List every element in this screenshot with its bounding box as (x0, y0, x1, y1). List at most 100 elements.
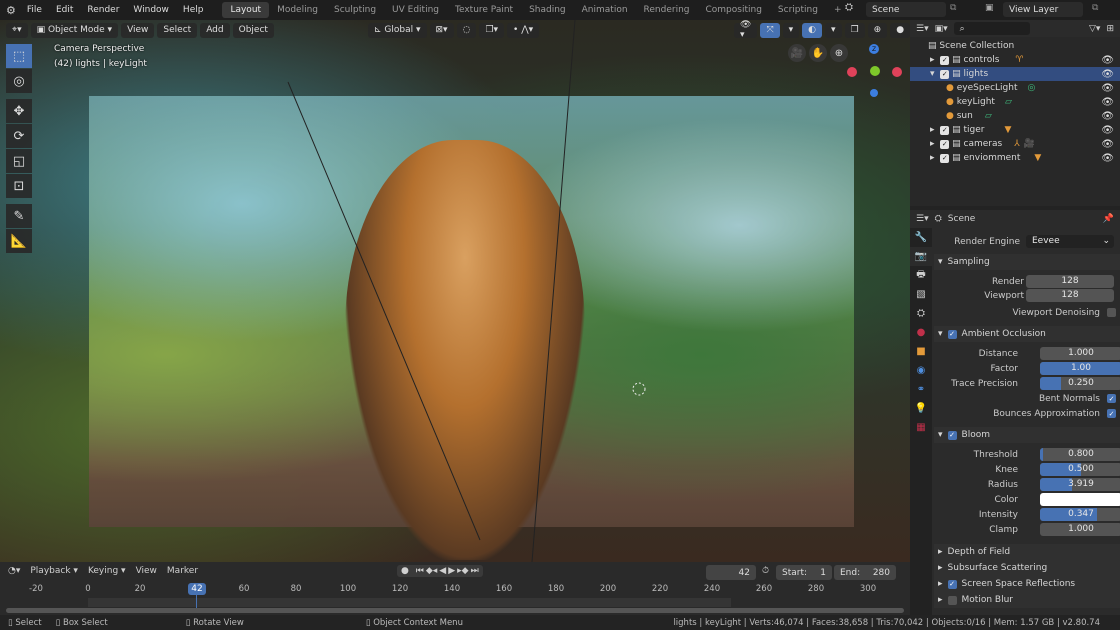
outliner-item-tiger[interactable]: ▸ ✓ ▤ tiger ▼ 👁 (910, 123, 1120, 137)
tab-texture-paint[interactable]: Texture Paint (447, 2, 521, 18)
xray-toggle-button[interactable]: ❐ (844, 22, 865, 38)
outliner-scene-collection[interactable]: ▤ Scene Collection (910, 39, 1120, 53)
outliner-item-cameras[interactable]: ▸ ✓ ▤ cameras ⅄ 🎥 👁 (910, 137, 1120, 151)
gizmo-y-axis[interactable] (870, 66, 880, 76)
object-tab-icon[interactable]: ■ (910, 342, 932, 361)
tab-scripting[interactable]: Scripting (770, 2, 826, 18)
gizmo-neg-x-axis[interactable] (847, 67, 857, 77)
gizmo-z-axis[interactable]: Z (869, 44, 879, 54)
outliner-search-input[interactable]: ⌕ (953, 22, 1030, 35)
menu-edit[interactable]: Edit (49, 5, 80, 15)
pivot-point-button[interactable]: ⊠▾ (429, 22, 454, 38)
menu-file[interactable]: File (20, 5, 49, 15)
snap-icon[interactable]: ◌ (456, 22, 477, 38)
panel-bloom[interactable]: ▾ ✓ Bloom (934, 427, 1120, 443)
eye-icon[interactable]: 👁 (1101, 69, 1114, 80)
annotate-tool-icon[interactable]: ✎ (6, 204, 32, 228)
select-box-tool-icon[interactable]: ⬚ (6, 44, 32, 68)
expand-arrow-icon[interactable]: ▸ (930, 55, 940, 65)
outliner-editor-type-icon[interactable]: ☰▾ (916, 24, 929, 34)
blender-logo-icon[interactable]: ⚙ (0, 4, 20, 17)
scene-tab-icon[interactable]: ⛭ (910, 304, 932, 323)
eye-icon[interactable]: 👁 (1101, 125, 1114, 136)
panel-sampling[interactable]: ▾ Sampling (934, 254, 1120, 270)
texture-tab-icon[interactable]: ▦ (910, 418, 932, 437)
camera-view-icon[interactable]: 🎥 (788, 44, 806, 62)
bloom-color-swatch[interactable] (1040, 493, 1120, 506)
eye-icon[interactable]: 👁 (1101, 97, 1114, 108)
eye-icon[interactable]: 👁 (1101, 153, 1114, 164)
menu-view[interactable]: View (121, 22, 155, 38)
visibility-button[interactable]: 👁▾ (734, 20, 758, 40)
tab-rendering[interactable]: Rendering (636, 2, 698, 18)
output-tab-icon[interactable]: 🖶 (910, 266, 932, 285)
outliner-item-lights[interactable]: ▾ ✓ ▤ lights 👁 (910, 67, 1120, 81)
ao-distance-field[interactable]: 1.000 (1040, 347, 1120, 360)
menu-select[interactable]: Select (157, 22, 198, 38)
gizmo-toggle-button[interactable]: ⤧ (760, 22, 780, 38)
menu-add[interactable]: Add (200, 22, 230, 38)
ssr-enable-checkbox[interactable]: ✓ (947, 579, 957, 589)
scale-tool-icon[interactable]: ◱ (6, 149, 32, 173)
eye-icon[interactable]: 👁 (1101, 139, 1114, 150)
render-tab-icon[interactable]: 📷 (910, 247, 932, 266)
ao-factor-slider[interactable]: 1.00 (1040, 362, 1120, 375)
overlay-dropdown[interactable]: ▾ (825, 22, 842, 38)
tab-sculpting[interactable]: Sculpting (326, 2, 384, 18)
menu-render[interactable]: Render (80, 5, 126, 15)
exclude-checkbox[interactable]: ✓ (940, 125, 950, 135)
orientation-dropdown[interactable]: ⊾ Global ▾ (368, 22, 427, 38)
motion-blur-checkbox[interactable] (947, 595, 957, 605)
constraints-tab-icon[interactable]: ⚭ (910, 380, 932, 399)
outliner-item-sun[interactable]: ● sun ▱ 👁 (910, 109, 1120, 123)
panel-ambient-occlusion[interactable]: ▾ ✓ Ambient Occlusion (934, 326, 1120, 342)
ao-trace-precision-slider[interactable]: 0.250 (1040, 377, 1120, 390)
collapse-arrow-icon[interactable]: ▾ (930, 69, 940, 79)
shading-wireframe-button[interactable]: ⊕ (867, 22, 888, 38)
menu-help[interactable]: Help (176, 5, 211, 15)
exclude-checkbox[interactable]: ✓ (940, 55, 950, 65)
tab-shading[interactable]: Shading (521, 2, 574, 18)
pan-hand-icon[interactable]: ✋ (809, 44, 827, 62)
view-layer-tab-icon[interactable]: ▧ (910, 285, 932, 304)
timeline-scrollbar[interactable] (6, 608, 904, 613)
transform-tool-icon[interactable]: ⊡ (6, 174, 32, 198)
pin-icon[interactable]: 📌 (1103, 214, 1114, 224)
properties-editor-type-icon[interactable]: ☰▾ (916, 214, 929, 224)
gizmo-dropdown[interactable]: ▾ (782, 22, 800, 38)
cursor-tool-icon[interactable]: ◎ (6, 69, 32, 93)
bounces-approximation-checkbox[interactable]: ✓ (1107, 409, 1116, 418)
exclude-checkbox[interactable]: ✓ (940, 139, 950, 149)
bloom-radius-slider[interactable]: 3.919 (1040, 478, 1120, 491)
viewport-samples-field[interactable]: 128 (1026, 289, 1114, 302)
ao-enable-checkbox[interactable]: ✓ (947, 329, 957, 339)
3d-cursor[interactable] (632, 382, 646, 396)
tab-compositing[interactable]: Compositing (698, 2, 770, 18)
move-tool-icon[interactable]: ✥ (6, 99, 32, 123)
bloom-threshold-slider[interactable]: 0.800 (1040, 448, 1120, 461)
panel-screen-space-reflections[interactable]: ▸ ✓ Screen Space Reflections (934, 576, 1120, 592)
panel-motion-blur[interactable]: ▸ Motion Blur (934, 592, 1120, 608)
snap-target-button[interactable]: ❒▾ (479, 22, 505, 38)
zoom-icon[interactable]: ⊕ (830, 44, 848, 62)
3d-viewport[interactable]: ⌖▾ ▣ Object Mode ▾ View Select Add Objec… (0, 20, 910, 562)
bloom-enable-checkbox[interactable]: ✓ (947, 430, 957, 440)
world-tab-icon[interactable]: ● (910, 323, 932, 342)
panel-depth-of-field[interactable]: ▸ Depth of Field (934, 544, 1120, 560)
bloom-knee-slider[interactable]: 0.500 (1040, 463, 1120, 476)
menu-window[interactable]: Window (126, 5, 176, 15)
bloom-clamp-field[interactable]: 1.000 (1040, 523, 1120, 536)
panel-subsurface-scattering[interactable]: ▸ Subsurface Scattering (934, 560, 1120, 576)
eye-icon[interactable]: 👁 (1101, 83, 1114, 94)
physics-tab-icon[interactable]: ◉ (910, 361, 932, 380)
viewport-denoising-checkbox[interactable] (1107, 308, 1116, 317)
playhead-frame-badge[interactable]: 42 (188, 583, 206, 595)
view-layer-icon[interactable]: ▣ (985, 3, 994, 13)
exclude-checkbox[interactable]: ✓ (940, 69, 950, 79)
gizmo-x-axis[interactable] (892, 67, 902, 77)
eye-icon[interactable]: 👁 (1101, 55, 1114, 66)
exclude-checkbox[interactable]: ✓ (940, 153, 950, 163)
expand-arrow-icon[interactable]: ▸ (930, 139, 940, 149)
outliner-item-enviomment[interactable]: ▸ ✓ ▤ enviomment ▼ 👁 (910, 151, 1120, 165)
scene-icon[interactable]: ⛭ (845, 2, 853, 13)
